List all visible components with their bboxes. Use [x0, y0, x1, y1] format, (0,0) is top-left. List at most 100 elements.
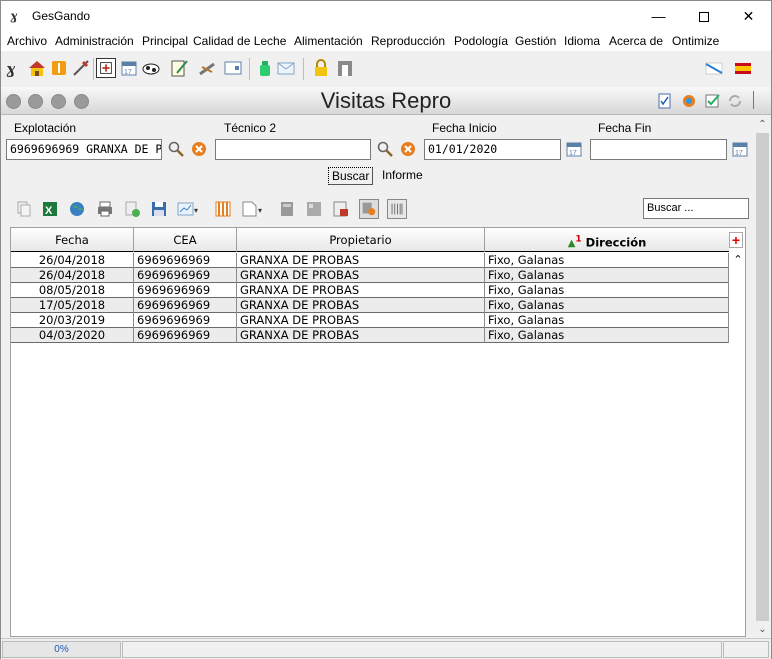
cell-cea[interactable]: 6969696969	[134, 313, 237, 328]
search-icon[interactable]	[167, 140, 185, 158]
chart-icon[interactable]: ▾	[177, 200, 199, 218]
column-header-propietario[interactable]: Propietario	[237, 228, 485, 252]
refresh-globe-icon[interactable]	[681, 93, 697, 109]
cell-propietario[interactable]: GRANXA DE PROBAS	[237, 298, 485, 313]
exit-door-icon[interactable]	[335, 58, 355, 78]
menu-archivo[interactable]: Archivo	[7, 34, 47, 48]
farm-house-icon[interactable]	[27, 58, 47, 78]
report-icon[interactable]	[332, 200, 350, 218]
cell-propietario[interactable]: GRANXA DE PROBAS	[237, 268, 485, 283]
mail-icon[interactable]	[276, 58, 296, 78]
maximize-button[interactable]	[681, 1, 726, 31]
menu-ontimize[interactable]: Ontimize	[672, 34, 719, 48]
menu-gestion[interactable]: Gestión	[515, 34, 556, 48]
menu-principal[interactable]: Principal	[142, 34, 188, 48]
copy-icon[interactable]	[15, 200, 33, 218]
cell-fecha[interactable]: 04/03/2020	[11, 328, 134, 343]
tecnico-field[interactable]	[215, 139, 371, 160]
globe-icon[interactable]	[68, 200, 86, 218]
clear-icon[interactable]	[190, 140, 208, 158]
barcode-icon[interactable]	[387, 199, 407, 219]
lock-icon[interactable]	[311, 58, 331, 78]
minimize-button[interactable]: —	[636, 1, 681, 31]
scrollbar-thumb[interactable]	[756, 133, 769, 621]
table-row[interactable]: 26/04/2018 6969696969 GRANXA DE PROBAS Fixo…	[11, 253, 729, 268]
menu-alimentacion[interactable]: Alimentación	[294, 34, 363, 48]
cow-icon[interactable]	[141, 58, 161, 78]
window-grid-icon[interactable]	[223, 58, 243, 78]
cell-fecha[interactable]: 08/05/2018	[11, 283, 134, 298]
informe-button[interactable]: Informe	[379, 167, 426, 183]
calendar-icon[interactable]: 17	[565, 140, 583, 158]
close-button[interactable]: ✕	[726, 1, 771, 31]
table-row[interactable]: 04/03/2020 6969696969 GRANXA DE PROBAS Fixo…	[11, 328, 729, 343]
search-icon[interactable]	[376, 140, 394, 158]
notes-edit-icon[interactable]	[169, 58, 189, 78]
menu-acerca-de[interactable]: Acerca de	[609, 34, 663, 48]
cell-fecha[interactable]: 20/03/2019	[11, 313, 134, 328]
grid-settings-icon[interactable]	[305, 200, 323, 218]
approve-check-icon[interactable]	[705, 93, 721, 109]
page-dropdown-icon[interactable]: ▾	[241, 200, 263, 218]
excel-export-icon[interactable]: X	[41, 200, 59, 218]
scroll-down-arrow-icon[interactable]: ⌄	[754, 621, 771, 638]
cell-cea[interactable]: 6969696969	[134, 298, 237, 313]
add-column-button[interactable]: +	[729, 232, 743, 248]
columns-icon[interactable]	[214, 200, 232, 218]
buscar-button[interactable]: Buscar	[328, 167, 374, 185]
scroll-up-icon[interactable]: ⌃	[730, 252, 746, 268]
table-row[interactable]: 26/04/2018 6969696969 GRANXA DE PROBAS Fixo…	[11, 268, 729, 283]
galicia-flag-icon[interactable]	[704, 58, 724, 78]
fecha-inicio-field[interactable]: 01/01/2020	[424, 139, 561, 160]
medical-box-icon[interactable]	[96, 58, 116, 78]
explotacion-field[interactable]: 6969696969 GRANXA DE P	[6, 139, 162, 160]
spain-flag-icon[interactable]	[733, 58, 753, 78]
menu-administracion[interactable]: Administración	[55, 34, 134, 48]
tools-icon[interactable]	[197, 58, 217, 78]
cell-direccion[interactable]: Fixo, Galanas	[485, 313, 729, 328]
column-header-direccion[interactable]: ▲1 Dirección	[485, 228, 729, 252]
cell-propietario[interactable]: GRANXA DE PROBAS	[237, 313, 485, 328]
cell-cea[interactable]: 6969696969	[134, 328, 237, 343]
vertical-scrollbar[interactable]: ⌃ ⌄	[754, 116, 771, 638]
cell-cea[interactable]: 6969696969	[134, 268, 237, 283]
cell-cea[interactable]: 6969696969	[134, 253, 237, 268]
cell-fecha[interactable]: 17/05/2018	[11, 298, 134, 313]
scroll-up-arrow-icon[interactable]: ⌃	[754, 116, 771, 133]
calendar-icon[interactable]: 17	[119, 58, 139, 78]
menu-podologia[interactable]: Podología	[454, 34, 508, 48]
clear-icon[interactable]	[399, 140, 417, 158]
table-row[interactable]: 08/05/2018 6969696969 GRANXA DE PROBAS Fixo…	[11, 283, 729, 298]
menu-calidad-de-leche[interactable]: Calidad de Leche	[193, 34, 286, 48]
print-icon[interactable]	[96, 200, 114, 218]
cell-propietario[interactable]: GRANXA DE PROBAS	[237, 253, 485, 268]
syringe-icon[interactable]	[71, 58, 91, 78]
table-row[interactable]: 20/03/2019 6969696969 GRANXA DE PROBAS Fixo…	[11, 313, 729, 328]
cell-direccion[interactable]: Fixo, Galanas	[485, 268, 729, 283]
filter-clear-icon[interactable]	[359, 199, 379, 219]
calendar-icon[interactable]: 17	[731, 140, 749, 158]
column-header-fecha[interactable]: Fecha	[11, 228, 134, 252]
column-header-cea[interactable]: CEA	[134, 228, 237, 252]
cell-fecha[interactable]: 26/04/2018	[11, 268, 134, 283]
cell-direccion[interactable]: Fixo, Galanas	[485, 253, 729, 268]
cell-cea[interactable]: 6969696969	[134, 283, 237, 298]
add-document-icon[interactable]	[123, 200, 141, 218]
cell-fecha[interactable]: 26/04/2018	[11, 253, 134, 268]
sync-icon[interactable]	[727, 93, 743, 109]
menu-reproduccion[interactable]: Reproducción	[371, 34, 445, 48]
cell-direccion[interactable]: Fixo, Galanas	[485, 298, 729, 313]
fecha-fin-field[interactable]	[590, 139, 727, 160]
checklist-icon[interactable]	[657, 93, 673, 109]
cell-propietario[interactable]: GRANXA DE PROBAS	[237, 328, 485, 343]
calculator-icon[interactable]	[278, 200, 296, 218]
grid-search-input[interactable]: Buscar ...	[643, 198, 749, 219]
cell-direccion[interactable]: Fixo, Galanas	[485, 283, 729, 298]
cattle-tag-icon[interactable]	[49, 58, 69, 78]
table-row[interactable]: 17/05/2018 6969696969 GRANXA DE PROBAS Fixo…	[11, 298, 729, 313]
cell-direccion[interactable]: Fixo, Galanas	[485, 328, 729, 343]
cell-propietario[interactable]: GRANXA DE PROBAS	[237, 283, 485, 298]
save-icon[interactable]	[150, 200, 168, 218]
bottle-icon[interactable]	[255, 58, 275, 78]
menu-idioma[interactable]: Idioma	[564, 34, 600, 48]
